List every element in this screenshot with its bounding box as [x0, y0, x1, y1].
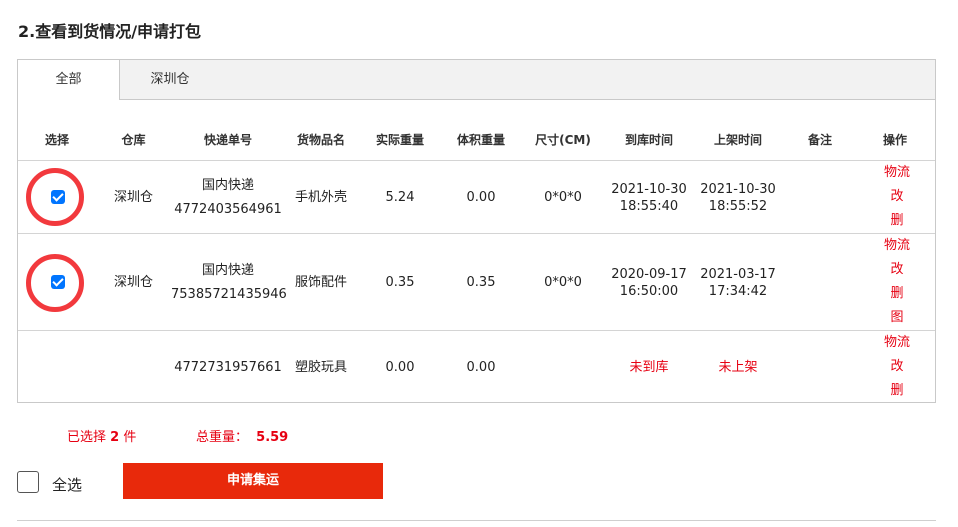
delete-link[interactable]: 删	[877, 209, 917, 233]
size-cell: 0*0*0	[544, 190, 582, 205]
warehouse-tabs: 全部 深圳仓	[18, 60, 935, 100]
logistics-link[interactable]: 物流	[877, 234, 917, 258]
row-checkbox[interactable]	[51, 190, 65, 204]
arrival-panel: 全部 深圳仓 选择 仓库 快递单号 货物品名 实际重量 体积重量 尺寸(CM) …	[17, 59, 936, 403]
header-volume-weight: 体积重量	[456, 133, 505, 147]
logistics-link[interactable]: 物流	[877, 161, 917, 185]
goods-name: 塑胶玩具	[294, 360, 347, 375]
courier-cell: 国内快递	[201, 178, 254, 193]
arrival-date: 2021-10-30	[611, 182, 687, 197]
edit-link[interactable]: 改	[877, 258, 917, 282]
arrival-status: 未到库	[629, 360, 669, 375]
courier-cell: 国内快递	[201, 263, 254, 278]
warehouse-cell: 深圳仓	[113, 190, 153, 205]
divider	[17, 520, 936, 521]
divider	[18, 233, 935, 234]
arrival-time: 18:55:40	[619, 199, 679, 214]
edit-link[interactable]: 改	[877, 185, 917, 209]
row-checkbox[interactable]	[51, 275, 65, 289]
header-size: 尺寸(CM)	[535, 133, 591, 147]
delete-link[interactable]: 删	[877, 379, 917, 403]
delete-link[interactable]: 删	[877, 282, 917, 306]
tracking-number: 4772731957661	[174, 360, 282, 375]
goods-name: 服饰配件	[294, 275, 347, 290]
actual-weight: 0.00	[385, 360, 415, 375]
shelf-status: 未上架	[718, 360, 758, 375]
header-warehouse: 仓库	[121, 133, 146, 147]
total-weight-value: 5.59	[256, 430, 289, 445]
header-tracking: 快递单号	[203, 133, 252, 147]
volume-weight: 0.00	[466, 190, 496, 205]
header-actions: 操作	[882, 133, 907, 147]
apply-consolidation-button[interactable]: 申请集运	[123, 463, 383, 499]
volume-weight: 0.00	[466, 360, 496, 375]
divider	[18, 330, 935, 331]
logistics-link[interactable]: 物流	[877, 331, 917, 355]
header-actual-weight: 实际重量	[375, 133, 424, 147]
shelf-date: 2021-03-17	[700, 267, 776, 282]
section-title: 2.查看到货情况/申请打包	[18, 22, 202, 41]
select-all-label: 全选	[52, 476, 83, 494]
arrival-date: 2020-09-17	[611, 267, 687, 282]
header-select: 选择	[44, 133, 69, 147]
divider	[18, 160, 935, 161]
header-remark: 备注	[807, 133, 832, 147]
arrival-time: 16:50:00	[619, 284, 679, 299]
goods-name: 手机外壳	[294, 190, 347, 205]
shelf-time: 17:34:42	[708, 284, 768, 299]
total-weight-label: 总重量：	[196, 430, 249, 445]
volume-weight: 0.35	[466, 275, 496, 290]
tab-shenzhen[interactable]: 深圳仓	[120, 60, 220, 99]
selected-unit: 件	[123, 430, 137, 445]
selected-label: 已选择	[67, 430, 107, 445]
image-link[interactable]: 图	[877, 306, 917, 330]
total-weight-summary: 总重量： 5.59	[196, 426, 288, 445]
tab-all[interactable]: 全部	[18, 60, 120, 100]
selected-summary: 已选择 2 件	[67, 426, 136, 445]
select-all-checkbox[interactable]	[17, 471, 39, 493]
selected-count: 2	[110, 430, 120, 445]
actual-weight: 0.35	[385, 275, 415, 290]
tracking-number: 75385721435946	[171, 287, 287, 302]
header-goods: 货物品名	[296, 133, 345, 147]
shelf-time: 18:55:52	[708, 199, 768, 214]
header-arrival-time: 到库时间	[624, 133, 673, 147]
warehouse-cell: 深圳仓	[113, 275, 153, 290]
tracking-number: 4772403564961	[174, 202, 282, 217]
header-shelf-time: 上架时间	[713, 133, 762, 147]
actual-weight: 5.24	[385, 190, 415, 205]
shelf-date: 2021-10-30	[700, 182, 776, 197]
edit-link[interactable]: 改	[877, 355, 917, 379]
size-cell: 0*0*0	[544, 275, 582, 290]
